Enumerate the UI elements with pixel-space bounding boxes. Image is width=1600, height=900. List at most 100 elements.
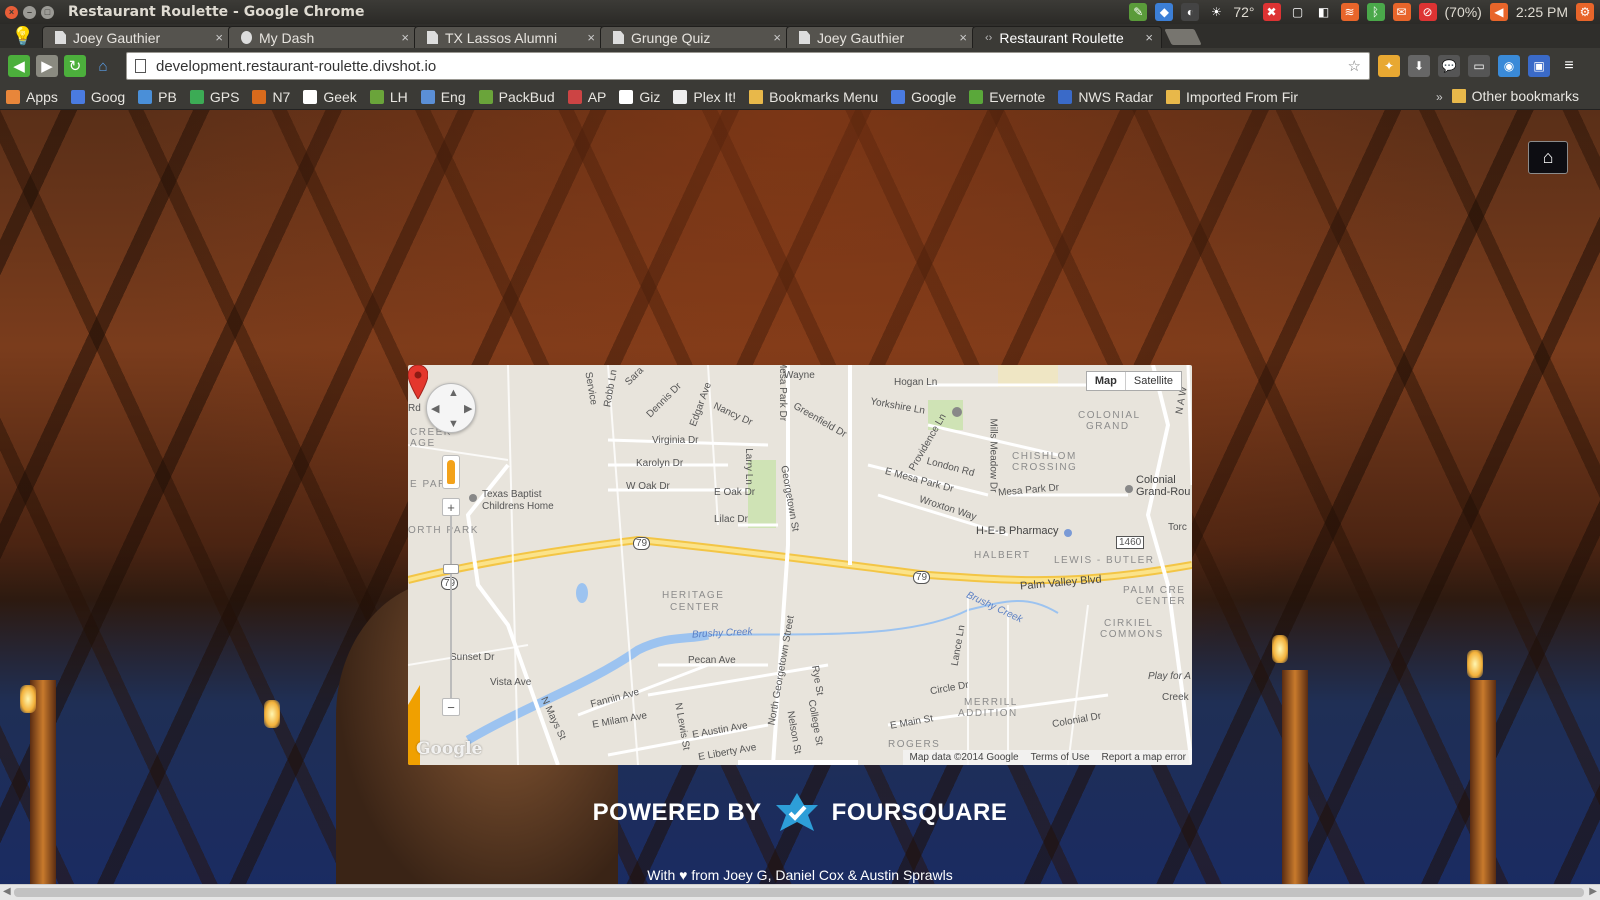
zoom-out-button[interactable]: − (442, 698, 460, 716)
tab-close-icon[interactable]: × (401, 30, 409, 45)
sync-tray-icon[interactable]: ◐ (1181, 3, 1200, 21)
wifi-tray-icon[interactable]: ≋ (1340, 3, 1359, 21)
new-tab-button[interactable] (1164, 29, 1202, 45)
back-arrow-icon[interactable]: ◀ (8, 55, 30, 77)
tab-my-dash[interactable]: My Dash × (228, 26, 418, 48)
bookmark-google[interactable]: Google (891, 89, 956, 105)
bluetooth-tray-icon[interactable]: ᛒ (1366, 3, 1385, 21)
pan-right-icon[interactable]: ▶ (464, 402, 472, 415)
clock-text[interactable]: 2:25 PM (1516, 4, 1568, 20)
mail-tray-icon[interactable]: ✉ (1392, 3, 1411, 21)
home-icon[interactable]: ⌂ (92, 55, 114, 77)
tab-close-icon[interactable]: × (959, 30, 967, 45)
bookmark-bookmarks-menu[interactable]: Bookmarks Menu (749, 89, 878, 105)
map-attribution: Map data ©2014 Google Terms of Use Repor… (903, 750, 1192, 765)
bookmark-lh[interactable]: LH (369, 89, 408, 105)
bookmark-ap[interactable]: AP (567, 89, 606, 105)
hangouts-icon[interactable]: 💬 (1438, 55, 1460, 77)
menu-hamburger-icon[interactable]: ≡ (1558, 55, 1580, 77)
bookmark-n7[interactable]: N7 (252, 89, 290, 105)
pan-left-icon[interactable]: ◀ (431, 402, 439, 415)
bookmark-gps[interactable]: GPS (189, 89, 239, 105)
chrome-lightbulb-icon[interactable]: 💡 (0, 24, 46, 48)
bookmarks-overflow-chevron-icon[interactable]: » (1436, 90, 1443, 104)
volume-tray-icon[interactable]: ◀ (1489, 3, 1508, 21)
map-type-satellite-button[interactable]: Satellite (1126, 372, 1181, 390)
window-minimize-button[interactable]: – (23, 5, 36, 19)
bookmark-pb[interactable]: PB (138, 89, 177, 105)
bookmark-goog[interactable]: Goog (70, 89, 125, 105)
map-type-map-button[interactable]: Map (1087, 372, 1126, 390)
extension-star-icon[interactable]: ✦ (1378, 55, 1400, 77)
evernote-tray-icon[interactable]: ✎ (1129, 3, 1148, 21)
reload-icon[interactable]: ↻ (64, 55, 86, 77)
weather-tray-icon[interactable]: ☀ (1207, 3, 1225, 21)
xda-icon (252, 89, 267, 104)
terms-of-use-link[interactable]: Terms of Use (1031, 752, 1090, 763)
zoom-in-button[interactable]: + (442, 498, 460, 516)
window-maximize-button[interactable]: □ (41, 5, 54, 19)
bookmark-apps[interactable]: Apps (6, 89, 58, 105)
session-gear-icon[interactable]: ⚙ (1576, 3, 1594, 21)
zoom-knob[interactable] (443, 564, 459, 574)
window-close-button[interactable]: × (5, 5, 18, 19)
tab-restaurant-roulette[interactable]: ‹› Restaurant Roulette × (972, 26, 1162, 48)
forward-arrow-icon[interactable]: ▶ (36, 55, 58, 77)
screen-icon[interactable]: ▣ (1528, 55, 1550, 77)
clipboard-tray-icon[interactable]: ▢ (1289, 3, 1307, 21)
zoom-track[interactable] (450, 508, 452, 708)
bookmarks-bar: Apps Goog PB GPS N7 Geek LH Eng PackBud AP Giz Plex… (0, 84, 1600, 110)
wood-post (1282, 670, 1308, 900)
tab-joey-gauthier-2[interactable]: Joey Gauthier × (786, 26, 976, 48)
lamp-light (20, 685, 36, 713)
map-label: CIRKIEL (1104, 618, 1154, 629)
bookmark-packbud[interactable]: PackBud (478, 89, 555, 105)
tab-grunge-quiz[interactable]: Grunge Quiz × (600, 26, 790, 48)
pan-down-icon[interactable]: ▼ (448, 418, 459, 430)
zoom-slider[interactable]: + − (442, 498, 460, 716)
location-pin-icon[interactable] (408, 365, 428, 399)
apps-grid-icon (6, 89, 20, 104)
scroll-left-icon[interactable]: ◀ (3, 886, 11, 897)
tab-close-icon[interactable]: × (215, 30, 223, 45)
other-bookmarks-folder[interactable]: Other bookmarks (1451, 88, 1579, 104)
tab-close-icon[interactable]: × (587, 30, 595, 45)
tab-tx-lassos-alumni[interactable]: TX Lassos Alumni × (414, 26, 604, 48)
street-view-pegman-icon[interactable] (442, 455, 460, 489)
dropbox-tray-icon[interactable]: ◆ (1155, 3, 1174, 21)
bookmark-geek[interactable]: Geek (303, 89, 357, 105)
fm-shield: 1460 (1116, 536, 1145, 549)
tab-close-icon[interactable]: × (773, 30, 781, 45)
bookmark-evernote[interactable]: Evernote (969, 89, 1045, 105)
globe-icon[interactable]: ◉ (1498, 55, 1520, 77)
report-map-error-link[interactable]: Report a map error (1102, 752, 1186, 763)
download-icon[interactable]: ⬇ (1408, 55, 1430, 77)
indicator-tray-icon[interactable]: ◧ (1315, 3, 1333, 21)
tab-label: Joey Gauthier (73, 29, 161, 46)
scroll-right-icon[interactable]: ▶ (1589, 886, 1597, 897)
map-label: GRAND (1086, 421, 1130, 432)
credits-footer: With ♥ from Joey G, Daniel Cox & Austin … (647, 867, 953, 883)
horizontal-scrollbar[interactable]: ◀ ▶ (0, 884, 1600, 900)
powered-by-text: POWERED BY (592, 799, 762, 826)
bookmark-eng[interactable]: Eng (420, 89, 466, 105)
cast-icon[interactable]: ▭ (1468, 55, 1490, 77)
address-bar[interactable]: development.restaurant-roulette.divshot.… (126, 52, 1370, 80)
foursquare-logo-icon (775, 793, 818, 831)
map-label: LEWIS - BUTLER (1054, 555, 1155, 566)
pan-control[interactable]: ▲ ▼ ◀ ▶ (426, 383, 476, 433)
google-map[interactable]: Texas Baptist Childrens Home HERITAGE CE… (408, 365, 1192, 765)
bookmark-star-icon[interactable]: ☆ (1348, 57, 1361, 75)
tab-joey-gauthier-1[interactable]: Joey Gauthier × (42, 26, 232, 48)
bookmark-plex-it[interactable]: Plex It! (673, 89, 736, 105)
battery-tray-icon[interactable]: ⊘ (1418, 3, 1437, 21)
google-logo: Google (416, 739, 483, 759)
bookmark-giz[interactable]: Giz (619, 89, 660, 105)
bookmark-nws-radar[interactable]: NWS Radar (1058, 89, 1153, 105)
tab-close-icon[interactable]: × (1145, 30, 1153, 45)
home-button[interactable]: ⌂ (1528, 141, 1568, 174)
scrollbar-thumb[interactable] (14, 888, 1584, 897)
bookmark-imported-from-fir[interactable]: Imported From Fir (1166, 89, 1298, 105)
pan-up-icon[interactable]: ▲ (448, 387, 459, 399)
crossover-tray-icon[interactable]: ✖ (1262, 3, 1281, 21)
